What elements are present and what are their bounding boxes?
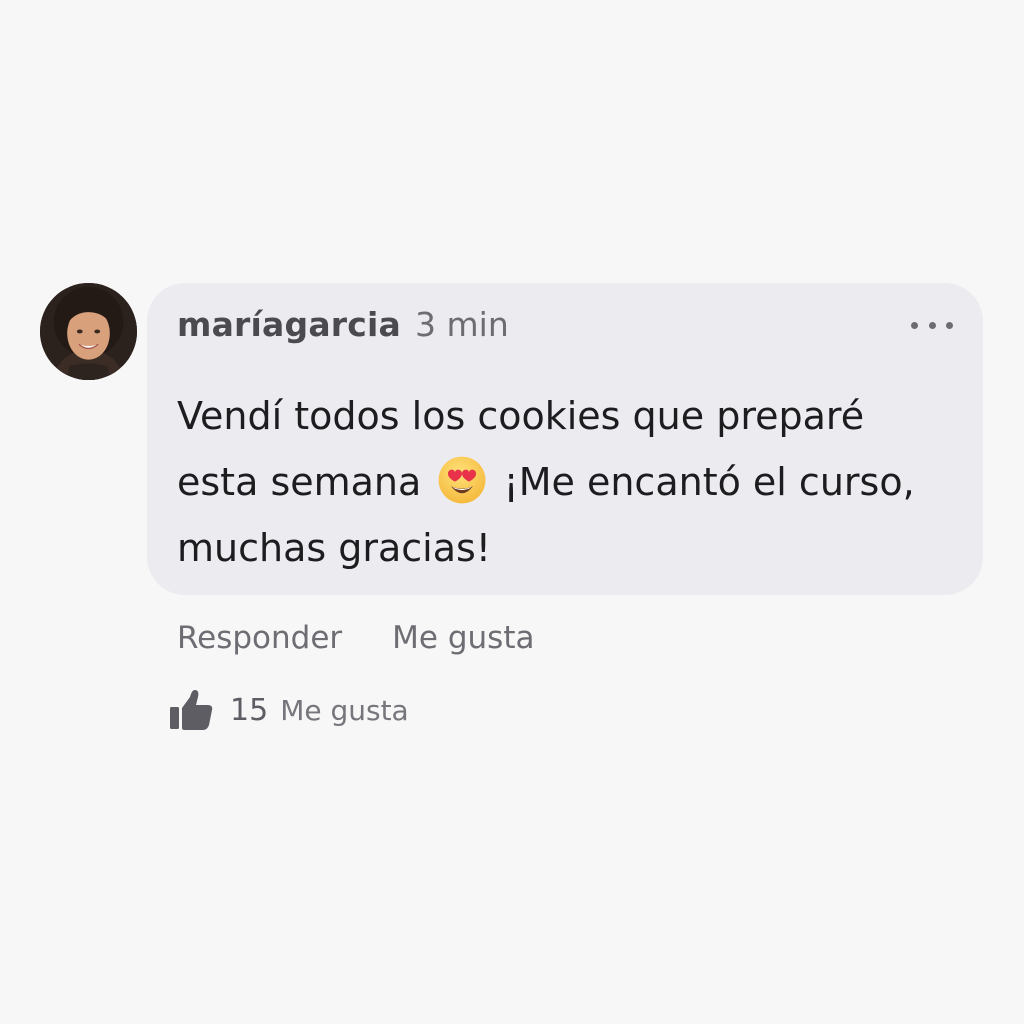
username[interactable]: maríagarcia xyxy=(177,305,401,344)
more-options-button[interactable] xyxy=(911,313,953,337)
thumbs-up-icon xyxy=(170,690,213,730)
timestamp[interactable]: 3 min xyxy=(415,305,509,344)
like-button[interactable]: Me gusta xyxy=(392,620,534,656)
more-dot-icon xyxy=(946,321,953,329)
heart-eyes-emoji-icon xyxy=(437,455,487,505)
more-dot-icon xyxy=(928,321,936,329)
avatar[interactable] xyxy=(40,283,137,380)
comment-text: Vendí todos los cookies que preparé esta… xyxy=(177,383,957,581)
likes-label: Me gusta xyxy=(280,693,409,727)
comment-canvas: maríagarcia 3 min Vendí todos los cookie… xyxy=(0,0,1024,1024)
comment-header: maríagarcia 3 min xyxy=(177,305,509,349)
avatar-photo-icon xyxy=(40,283,137,380)
likes-count: 15 xyxy=(230,692,269,728)
more-dot-icon xyxy=(911,321,918,329)
comment-bubble: maríagarcia 3 min Vendí todos los cookie… xyxy=(147,283,983,595)
comment-actions: Responder Me gusta xyxy=(177,620,534,656)
reply-button[interactable]: Responder xyxy=(177,620,342,656)
likes-summary[interactable]: 15 Me gusta xyxy=(168,688,409,732)
